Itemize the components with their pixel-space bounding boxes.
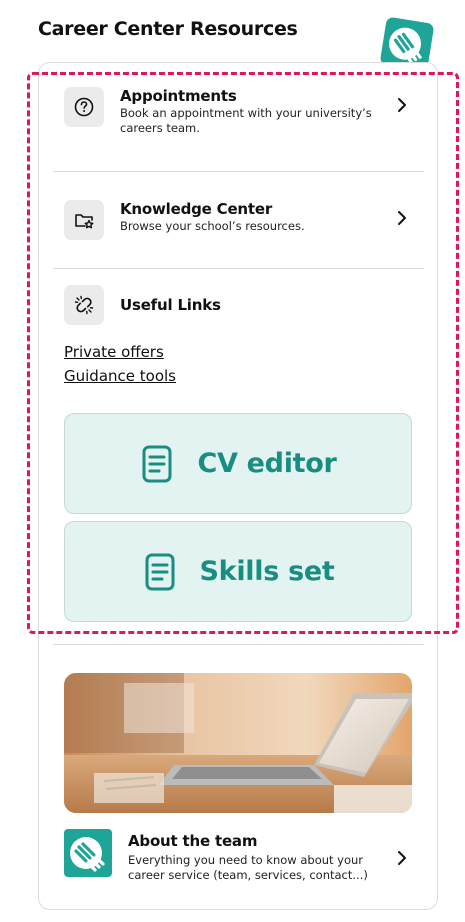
document-icon xyxy=(145,553,175,590)
skills-set-button[interactable]: Skills set xyxy=(64,521,412,622)
knowledge-center-description: Browse your school’s resources. xyxy=(120,219,305,233)
useful-links-header: Useful Links xyxy=(64,285,414,325)
link-private-offers[interactable]: Private offers xyxy=(64,343,164,361)
knowledge-center-item[interactable]: Knowledge Center Browse your school’s re… xyxy=(64,200,414,240)
skills-set-label: Skills set xyxy=(199,556,335,587)
chevron-right-icon xyxy=(398,211,406,225)
divider xyxy=(53,171,424,172)
appointments-title: Appointments xyxy=(120,87,237,105)
cv-editor-button[interactable]: CV editor xyxy=(64,413,412,514)
about-team-title: About the team xyxy=(128,832,258,850)
appointments-description: Book an appointment with your university… xyxy=(120,106,372,135)
laptop-on-desk-photo xyxy=(64,673,412,813)
career-service-logo-icon xyxy=(64,829,112,877)
question-circle-icon xyxy=(64,87,104,127)
about-team-item[interactable]: About the team Everything you need to kn… xyxy=(128,832,414,883)
page-title: Career Center Resources xyxy=(38,18,298,40)
divider xyxy=(53,268,424,269)
broken-link-icon xyxy=(64,285,104,325)
useful-links-title: Useful Links xyxy=(120,296,221,314)
document-icon xyxy=(142,445,172,482)
about-team-description: Everything you need to know about your c… xyxy=(128,853,368,882)
divider xyxy=(53,644,424,645)
knowledge-center-title: Knowledge Center xyxy=(120,200,273,218)
link-guidance-tools[interactable]: Guidance tools xyxy=(64,367,176,385)
chevron-right-icon xyxy=(398,98,406,112)
folder-star-icon xyxy=(64,200,104,240)
chevron-right-icon xyxy=(398,851,406,865)
cv-editor-label: CV editor xyxy=(197,448,337,479)
appointments-item[interactable]: Appointments Book an appointment with yo… xyxy=(64,87,414,136)
